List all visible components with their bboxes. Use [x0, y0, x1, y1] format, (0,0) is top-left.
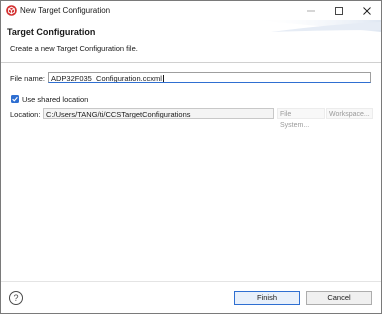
window-title: New Target Configuration	[20, 6, 111, 15]
finish-button[interactable]: Finish	[234, 291, 300, 305]
file-system-button[interactable]: File System...	[277, 108, 325, 129]
file-name-value: ADP32F035_Configuration.ccxml	[51, 74, 162, 83]
use-shared-location-label[interactable]: Use shared location	[22, 95, 88, 104]
close-button[interactable]	[353, 1, 381, 20]
text-caret	[162, 75, 164, 82]
help-icon[interactable]: ?	[9, 291, 23, 305]
maximize-button[interactable]	[325, 1, 353, 20]
use-shared-location-checkbox[interactable]	[11, 95, 19, 103]
file-name-field[interactable]: ADP32F035_Configuration.ccxml	[48, 72, 371, 83]
close-icon	[363, 6, 371, 15]
location-value: C:/Users/TANG/ti/CCSTargetConfigurations	[46, 110, 191, 119]
location-label: Location:	[10, 110, 41, 119]
new-target-config-dialog: New Target Configuration Target Configur…	[0, 0, 382, 314]
page-title: Target Configuration	[7, 27, 96, 37]
location-field: C:/Users/TANG/ti/CCSTargetConfigurations	[43, 108, 274, 119]
file-name-label: File name:	[10, 74, 46, 83]
ccs-app-icon	[6, 5, 17, 16]
minimize-button[interactable]	[297, 1, 325, 20]
wizard-header: Target Configuration Create a new Target…	[1, 20, 381, 62]
title-bar: New Target Configuration	[1, 1, 381, 20]
checkmark-icon	[12, 96, 18, 102]
workspace-button[interactable]: Workspace...	[326, 108, 373, 119]
page-description: Create a new Target Configuration file.	[10, 44, 138, 53]
footer-divider	[1, 281, 381, 282]
cancel-button[interactable]: Cancel	[306, 291, 372, 305]
header-divider	[1, 62, 381, 63]
